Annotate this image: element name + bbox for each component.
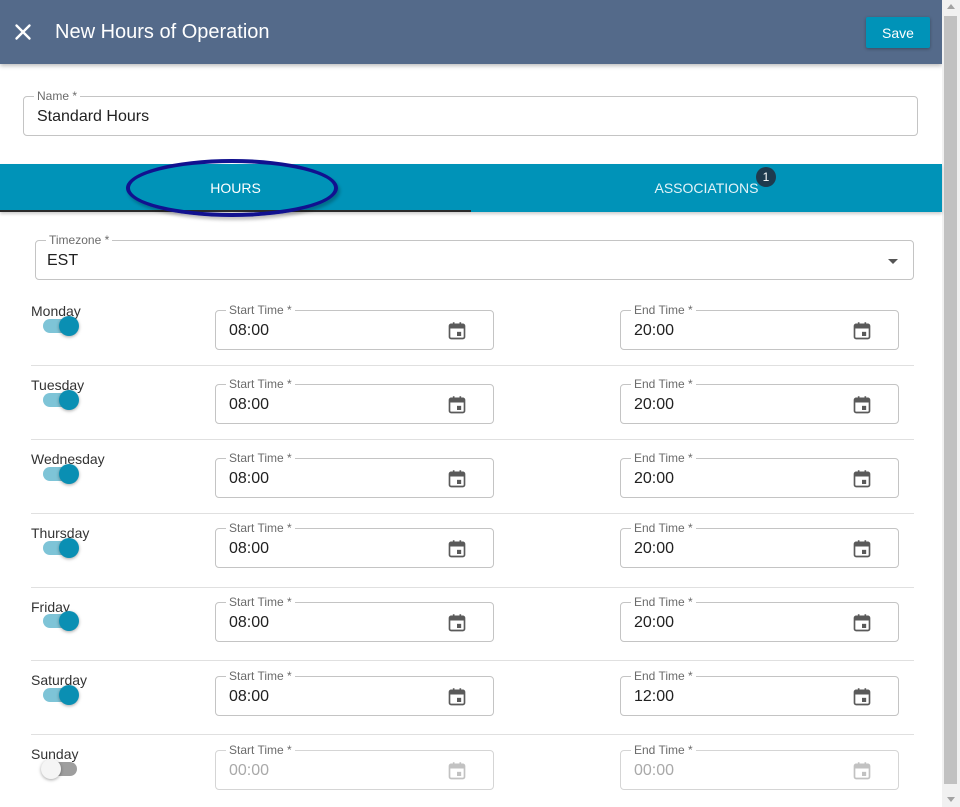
close-icon[interactable] (10, 19, 36, 45)
name-input[interactable]: Standard Hours (37, 107, 149, 127)
toggle-thumb (59, 464, 79, 484)
start-time-input[interactable]: 08:00 (229, 469, 269, 489)
toggle-saturday[interactable] (41, 683, 81, 707)
start-time-field-tuesday[interactable]: Start Time * 08:00 (215, 377, 494, 424)
start-time-input[interactable]: 08:00 (229, 687, 269, 707)
scrollbar[interactable] (942, 0, 960, 807)
start-time-label: Start Time * (226, 521, 295, 535)
end-time-label: End Time * (631, 377, 696, 391)
calendar-icon[interactable] (447, 613, 467, 633)
start-time-label: Start Time * (226, 743, 295, 757)
timezone-value: EST (47, 252, 79, 269)
name-field[interactable]: Name * Standard Hours (23, 89, 918, 136)
toggle-wednesday[interactable] (41, 462, 81, 486)
start-time-input[interactable]: 08:00 (229, 613, 269, 633)
end-time-input[interactable]: 20:00 (634, 539, 674, 559)
tab-bar: HOURS ASSOCIATIONS (0, 164, 942, 212)
end-time-label: End Time * (631, 743, 696, 757)
start-time-field-monday[interactable]: Start Time * 08:00 (215, 303, 494, 350)
calendar-icon[interactable] (447, 321, 467, 341)
scroll-up-icon[interactable] (947, 4, 955, 9)
toggle-friday[interactable] (41, 609, 81, 633)
end-time-field-thursday[interactable]: End Time * 20:00 (620, 521, 899, 568)
calendar-icon[interactable] (447, 687, 467, 707)
toggle-thumb (59, 316, 79, 336)
start-time-input[interactable]: 00:00 (229, 761, 269, 781)
active-tab-indicator (0, 210, 471, 212)
toggle-thumb (59, 538, 79, 558)
name-field-label: Name * (34, 89, 81, 103)
end-time-input[interactable]: 20:00 (634, 469, 674, 489)
calendar-icon[interactable] (852, 613, 872, 633)
start-time-input[interactable]: 08:00 (229, 395, 269, 415)
calendar-icon[interactable] (447, 539, 467, 559)
row-divider (31, 660, 914, 661)
start-time-label: Start Time * (226, 595, 295, 609)
associations-count-badge: 1 (756, 167, 776, 187)
start-time-label: Start Time * (226, 303, 295, 317)
toggle-thumb (41, 759, 61, 779)
calendar-icon[interactable] (852, 469, 872, 489)
scroll-down-icon[interactable] (947, 797, 955, 802)
start-time-label: Start Time * (226, 377, 295, 391)
end-time-field-sunday[interactable]: End Time * 00:00 (620, 743, 899, 790)
calendar-icon[interactable] (852, 395, 872, 415)
end-time-input[interactable]: 20:00 (634, 395, 674, 415)
calendar-icon[interactable] (852, 321, 872, 341)
start-time-field-sunday[interactable]: Start Time * 00:00 (215, 743, 494, 790)
start-time-input[interactable]: 08:00 (229, 539, 269, 559)
dialog-title: New Hours of Operation (55, 21, 270, 43)
row-divider (31, 513, 914, 514)
calendar-icon[interactable] (852, 687, 872, 707)
start-time-label: Start Time * (226, 669, 295, 683)
toggle-tuesday[interactable] (41, 388, 81, 412)
end-time-label: End Time * (631, 451, 696, 465)
row-divider (31, 439, 914, 440)
toggle-thumb (59, 390, 79, 410)
tab-hours[interactable]: HOURS (0, 164, 471, 212)
end-time-field-tuesday[interactable]: End Time * 20:00 (620, 377, 899, 424)
row-divider (31, 587, 914, 588)
scrollbar-thumb[interactable] (944, 16, 957, 784)
toggle-thursday[interactable] (41, 536, 81, 560)
calendar-icon[interactable] (447, 761, 467, 781)
end-time-input[interactable]: 20:00 (634, 613, 674, 633)
start-time-field-thursday[interactable]: Start Time * 08:00 (215, 521, 494, 568)
end-time-field-friday[interactable]: End Time * 20:00 (620, 595, 899, 642)
end-time-label: End Time * (631, 669, 696, 683)
toggle-thumb (59, 685, 79, 705)
toggle-thumb (59, 611, 79, 631)
end-time-input[interactable]: 12:00 (634, 687, 674, 707)
end-time-input[interactable]: 20:00 (634, 321, 674, 341)
end-time-label: End Time * (631, 303, 696, 317)
row-divider (31, 734, 914, 735)
start-time-input[interactable]: 08:00 (229, 321, 269, 341)
end-time-label: End Time * (631, 521, 696, 535)
row-divider (31, 365, 914, 366)
start-time-label: Start Time * (226, 451, 295, 465)
calendar-icon[interactable] (852, 539, 872, 559)
end-time-field-saturday[interactable]: End Time * 12:00 (620, 669, 899, 716)
start-time-field-friday[interactable]: Start Time * 08:00 (215, 595, 494, 642)
dialog-header: New Hours of Operation Save (0, 0, 942, 64)
end-time-label: End Time * (631, 595, 696, 609)
calendar-icon[interactable] (447, 469, 467, 489)
end-time-input[interactable]: 00:00 (634, 761, 674, 781)
end-time-field-monday[interactable]: End Time * 20:00 (620, 303, 899, 350)
end-time-field-wednesday[interactable]: End Time * 20:00 (620, 451, 899, 498)
start-time-field-wednesday[interactable]: Start Time * 08:00 (215, 451, 494, 498)
save-button[interactable]: Save (866, 17, 930, 48)
tab-associations[interactable]: ASSOCIATIONS (471, 164, 942, 212)
toggle-sunday[interactable] (41, 757, 81, 781)
start-time-field-saturday[interactable]: Start Time * 08:00 (215, 669, 494, 716)
chevron-down-icon[interactable] (888, 259, 898, 264)
timezone-label: Timezone * (46, 233, 113, 247)
toggle-monday[interactable] (41, 314, 81, 338)
calendar-icon[interactable] (447, 395, 467, 415)
calendar-icon[interactable] (852, 761, 872, 781)
timezone-select[interactable]: Timezone * EST (35, 233, 914, 280)
